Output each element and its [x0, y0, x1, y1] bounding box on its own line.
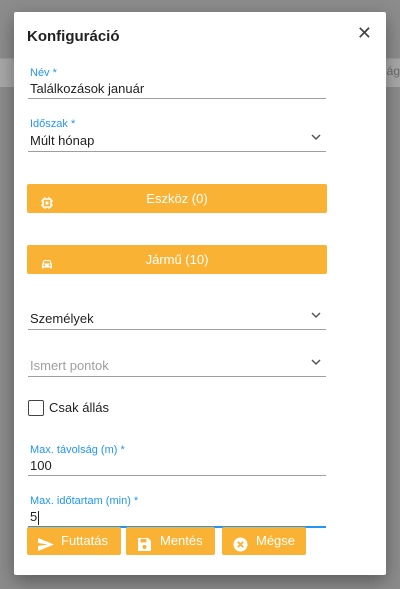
cancel-button[interactable]: Mégse: [222, 527, 306, 555]
device-button[interactable]: Eszköz (0): [27, 184, 327, 213]
period-select[interactable]: Időszak * Múlt hónap: [28, 117, 326, 152]
save-button[interactable]: Mentés: [126, 527, 215, 555]
known-points-select-value[interactable]: Ismert pontok: [28, 356, 326, 377]
dialog-title: Konfiguráció: [27, 28, 120, 45]
checkbox-box[interactable]: [28, 400, 44, 416]
run-button-label: Futtatás: [61, 533, 108, 548]
background-partial-text: ág: [386, 64, 400, 78]
vehicle-button-label: Jármű (10): [145, 252, 209, 267]
chevron-down-icon: [310, 354, 322, 374]
save-button-label: Mentés: [160, 533, 203, 548]
max-distance-input[interactable]: 100: [28, 457, 326, 476]
chevron-down-icon: [310, 307, 322, 327]
max-duration-input[interactable]: 5: [28, 508, 326, 528]
max-distance-field[interactable]: Max. távolság (m) * 100: [28, 443, 326, 476]
known-points-placeholder: Ismert pontok: [30, 358, 109, 373]
max-duration-value: 5: [30, 509, 38, 524]
chip-icon: [40, 191, 54, 209]
close-icon[interactable]: ✕: [357, 23, 372, 43]
run-button[interactable]: Futtatás: [27, 527, 121, 555]
vehicle-button[interactable]: Jármű (10): [27, 245, 327, 274]
cancel-button-label: Mégse: [256, 533, 296, 548]
floppy-icon: [137, 534, 152, 551]
persons-select-value[interactable]: Személyek: [28, 309, 326, 330]
cancel-circle-icon: [233, 534, 248, 552]
persons-select-text: Személyek: [30, 311, 94, 326]
persons-select[interactable]: Személyek: [28, 309, 326, 330]
chevron-down-icon: [310, 129, 322, 149]
name-field[interactable]: Név * Találkozások január: [28, 66, 326, 99]
period-select-text: Múlt hónap: [30, 133, 95, 148]
known-points-select[interactable]: Ismert pontok: [28, 356, 326, 377]
period-select-value[interactable]: Múlt hónap: [28, 131, 326, 152]
name-field-label: Név *: [30, 67, 57, 79]
name-input[interactable]: Találkozások január: [28, 80, 326, 99]
car-icon: [40, 252, 54, 269]
device-button-label: Eszköz (0): [146, 191, 208, 206]
max-duration-field[interactable]: Max. időtartam (min) * 5: [28, 494, 326, 528]
max-distance-label: Max. távolság (m) *: [30, 444, 125, 456]
text-cursor: [38, 510, 40, 525]
period-select-label: Időszak *: [30, 118, 76, 130]
send-icon: [38, 534, 54, 551]
max-duration-label: Max. időtartam (min) *: [30, 495, 139, 507]
standing-only-label: Csak állás: [49, 400, 109, 415]
